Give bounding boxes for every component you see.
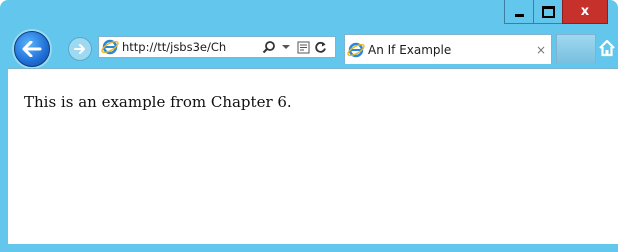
address-bar[interactable]: http://tt/jsbs3e/Ch	[98, 36, 336, 58]
compatibility-icon[interactable]	[296, 40, 310, 54]
maximize-icon	[541, 5, 555, 18]
forward-button[interactable]	[68, 37, 92, 61]
browser-window: x http://tt/jsbs3e/Ch An If Example × Th…	[0, 0, 618, 252]
refresh-icon[interactable]	[313, 40, 327, 54]
minimize-button[interactable]	[504, 0, 534, 24]
home-button[interactable]	[598, 39, 616, 57]
back-icon	[22, 41, 42, 57]
home-icon	[599, 39, 615, 57]
forward-icon	[74, 44, 85, 54]
window-bottom-border	[0, 244, 618, 252]
navigation-toolbar: http://tt/jsbs3e/Ch An If Example ×	[0, 28, 618, 68]
ie-icon	[101, 39, 119, 55]
dropdown-icon[interactable]	[279, 40, 293, 54]
maximize-button[interactable]	[533, 0, 563, 24]
tab-ie-icon	[347, 42, 365, 57]
tab-an-if-example[interactable]: An If Example ×	[344, 34, 552, 64]
close-button[interactable]: x	[562, 0, 608, 24]
window-controls: x	[504, 0, 608, 24]
page-content: This is an example from Chapter 6.	[8, 68, 618, 245]
new-tab-button[interactable]	[556, 34, 596, 64]
page-text: This is an example from Chapter 6.	[24, 93, 292, 111]
address-bar-icons	[262, 40, 327, 54]
minimize-icon	[514, 13, 524, 17]
back-button[interactable]	[14, 31, 50, 67]
search-icon[interactable]	[262, 40, 276, 54]
close-icon: x	[580, 4, 590, 19]
address-input[interactable]: http://tt/jsbs3e/Ch	[122, 40, 258, 54]
tab-title: An If Example	[368, 42, 452, 57]
tab-close-button[interactable]: ×	[531, 43, 551, 57]
